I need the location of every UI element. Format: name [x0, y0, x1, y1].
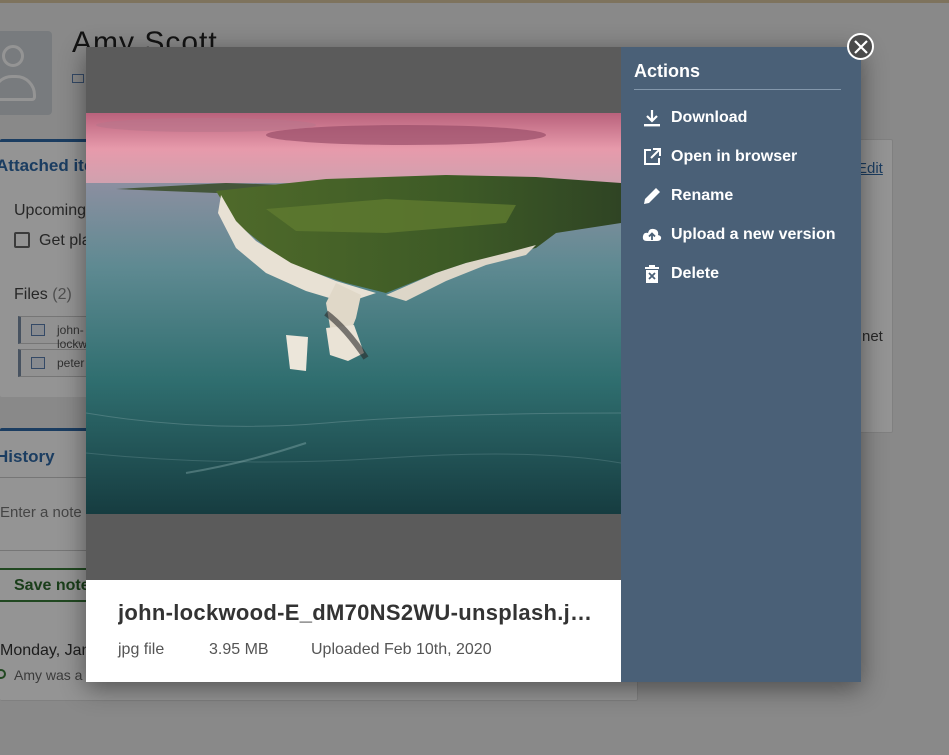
- download-button[interactable]: Download: [634, 102, 849, 134]
- open-in-browser-button[interactable]: Open in browser: [634, 141, 849, 173]
- file-size: 3.95 MB: [209, 641, 269, 658]
- rename-label: Rename: [671, 187, 734, 204]
- download-icon: [644, 110, 660, 127]
- open-external-icon: [644, 148, 661, 165]
- close-button[interactable]: [847, 33, 874, 60]
- file-name: john-lockwood-E_dM70NS2WU-unsplash.jpg: [118, 600, 593, 625]
- close-icon: [854, 40, 868, 54]
- download-label: Download: [671, 109, 748, 126]
- file-preview-modal: john-lockwood-E_dM70NS2WU-unsplash.jpg j…: [86, 47, 861, 682]
- rename-button[interactable]: Rename: [634, 180, 849, 212]
- pencil-icon: [644, 188, 660, 204]
- delete-label: Delete: [671, 265, 720, 282]
- file-type: jpg file: [118, 641, 165, 658]
- upload-new-version-button[interactable]: Upload a new version: [634, 219, 849, 251]
- image-viewer: [86, 47, 621, 580]
- cloud-upload-icon: [642, 228, 662, 241]
- cliff-photo: [86, 113, 621, 514]
- upload-new-version-label: Upload a new version: [671, 226, 836, 243]
- upload-date: Uploaded Feb 10th, 2020: [311, 641, 492, 658]
- open-in-browser-label: Open in browser: [671, 148, 798, 165]
- image-preview: [86, 113, 621, 514]
- actions-divider: [634, 89, 841, 90]
- delete-button[interactable]: Delete: [634, 258, 849, 290]
- file-info-panel: john-lockwood-E_dM70NS2WU-unsplash.jpg j…: [86, 580, 621, 682]
- actions-panel: Actions Download Open in browser Rename: [621, 47, 861, 682]
- trash-icon: [645, 265, 659, 283]
- actions-title: Actions: [634, 61, 701, 81]
